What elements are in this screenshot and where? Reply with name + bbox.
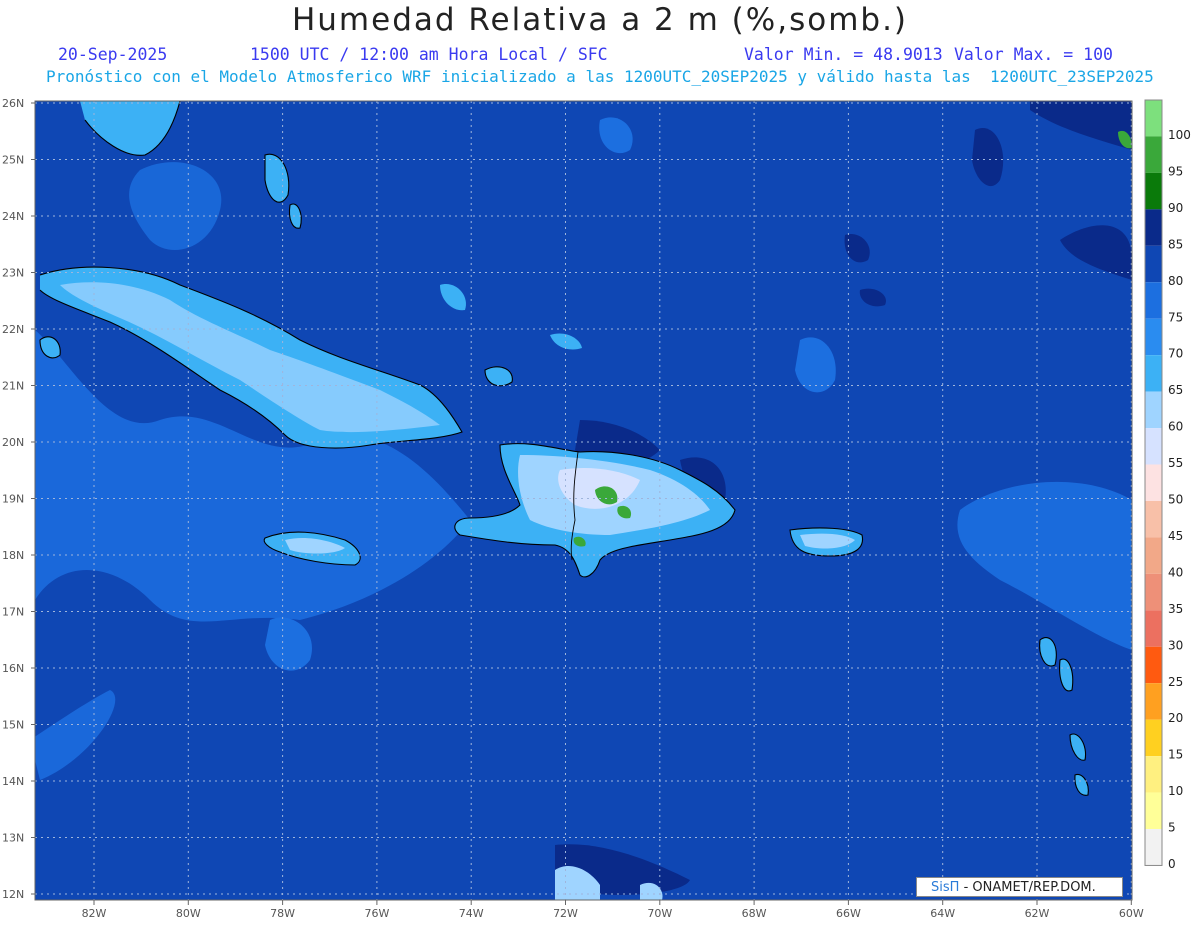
colorbar-label: 40 — [1168, 565, 1183, 579]
colorbar-label: 35 — [1168, 602, 1183, 616]
lon-label: 82W — [82, 907, 107, 920]
colorbar-swatch — [1145, 428, 1162, 465]
colorbar-label: 20 — [1168, 711, 1183, 725]
lat-label: 21N — [2, 380, 24, 393]
colorbar-label: 45 — [1168, 529, 1183, 543]
colorbar-swatch — [1145, 537, 1162, 574]
colorbar-swatch — [1145, 829, 1162, 866]
humidity-map: 82W 80W 78W 76W 74W 72W 70W 68W 66W 64W 62W 60W 26N… — [2, 97, 1191, 920]
colorbar-swatch — [1145, 391, 1162, 429]
colorbar-label: 85 — [1168, 237, 1183, 251]
colorbar-swatch — [1145, 756, 1162, 793]
colorbar-label: 80 — [1168, 274, 1183, 288]
colorbar-swatch — [1145, 100, 1162, 137]
lat-label: 12N — [2, 888, 24, 901]
colorbar-swatch — [1145, 573, 1162, 611]
lon-label: 60W — [1119, 907, 1144, 920]
lon-label: 66W — [836, 907, 861, 920]
colorbar-label: 0 — [1168, 857, 1176, 871]
lat-label: 22N — [2, 323, 24, 336]
colorbar-swatch — [1145, 136, 1162, 173]
colorbar-label: 75 — [1168, 310, 1183, 324]
colorbar-label: 50 — [1168, 493, 1183, 507]
colorbar-swatch — [1145, 500, 1162, 538]
colorbar-swatch — [1145, 245, 1162, 283]
colorbar-swatch — [1145, 683, 1162, 720]
lon-label: 72W — [553, 907, 578, 920]
lat-label: 25N — [2, 154, 24, 167]
colorbar-label: 10 — [1168, 784, 1183, 798]
colorbar-label: 30 — [1168, 638, 1183, 652]
colorbar-label: 95 — [1168, 164, 1183, 178]
colorbar-label: 65 — [1168, 383, 1183, 397]
lon-label: 74W — [459, 907, 484, 920]
colorbar-label: 60 — [1168, 420, 1183, 434]
sispi-logo: SisΠ — [931, 880, 960, 895]
colorbar-swatch — [1145, 172, 1162, 210]
lon-label: 62W — [1025, 907, 1050, 920]
lat-label: 17N — [2, 606, 24, 619]
lat-label: 13N — [2, 832, 24, 845]
lat-label: 23N — [2, 267, 24, 280]
lat-label: 18N — [2, 549, 24, 562]
credit-text: - ONAMET/REP.DOM. — [963, 880, 1096, 895]
colorbar-label: 25 — [1168, 675, 1183, 689]
colorbar-label: 100 — [1168, 128, 1191, 142]
lon-label: 64W — [930, 907, 955, 920]
lat-label: 16N — [2, 662, 24, 675]
colorbar-label: 5 — [1168, 821, 1176, 835]
colorbar-label: 90 — [1168, 201, 1183, 215]
lat-label: 20N — [2, 436, 24, 449]
colorbar-swatch — [1145, 318, 1162, 356]
lon-label: 78W — [270, 907, 295, 920]
longitude-axis: 82W 80W 78W 76W 74W 72W 70W 68W 66W 64W 62W 60W — [82, 900, 1144, 920]
lat-label: 24N — [2, 210, 24, 223]
lat-label: 26N — [2, 97, 24, 110]
colorbar-swatch — [1145, 209, 1162, 246]
latitude-axis: 26N 25N 24N 23N 22N 21N 20N 19N 18N 17N 16N 15N 14N 1… — [2, 97, 35, 901]
lon-label: 76W — [364, 907, 389, 920]
colorbar-swatch — [1145, 282, 1162, 319]
colorbar: 1009590858075706560555045403530252015105… — [1144, 99, 1191, 871]
credit-box: SisΠ - ONAMET/REP.DOM. — [916, 877, 1123, 897]
lon-label: 68W — [742, 907, 767, 920]
colorbar-label: 55 — [1168, 456, 1183, 470]
colorbar-swatch — [1145, 610, 1162, 647]
lat-label: 14N — [2, 775, 24, 788]
lat-label: 19N — [2, 493, 24, 506]
colorbar-swatch — [1145, 464, 1162, 501]
colorbar-swatch — [1145, 646, 1162, 684]
lat-label: 15N — [2, 719, 24, 732]
lon-label: 70W — [647, 907, 672, 920]
colorbar-swatch — [1145, 719, 1162, 757]
colorbar-swatch — [1145, 355, 1162, 392]
colorbar-label: 70 — [1168, 347, 1183, 361]
colorbar-swatch — [1145, 792, 1162, 829]
colorbar-label: 15 — [1168, 748, 1183, 762]
lon-label: 80W — [176, 907, 201, 920]
